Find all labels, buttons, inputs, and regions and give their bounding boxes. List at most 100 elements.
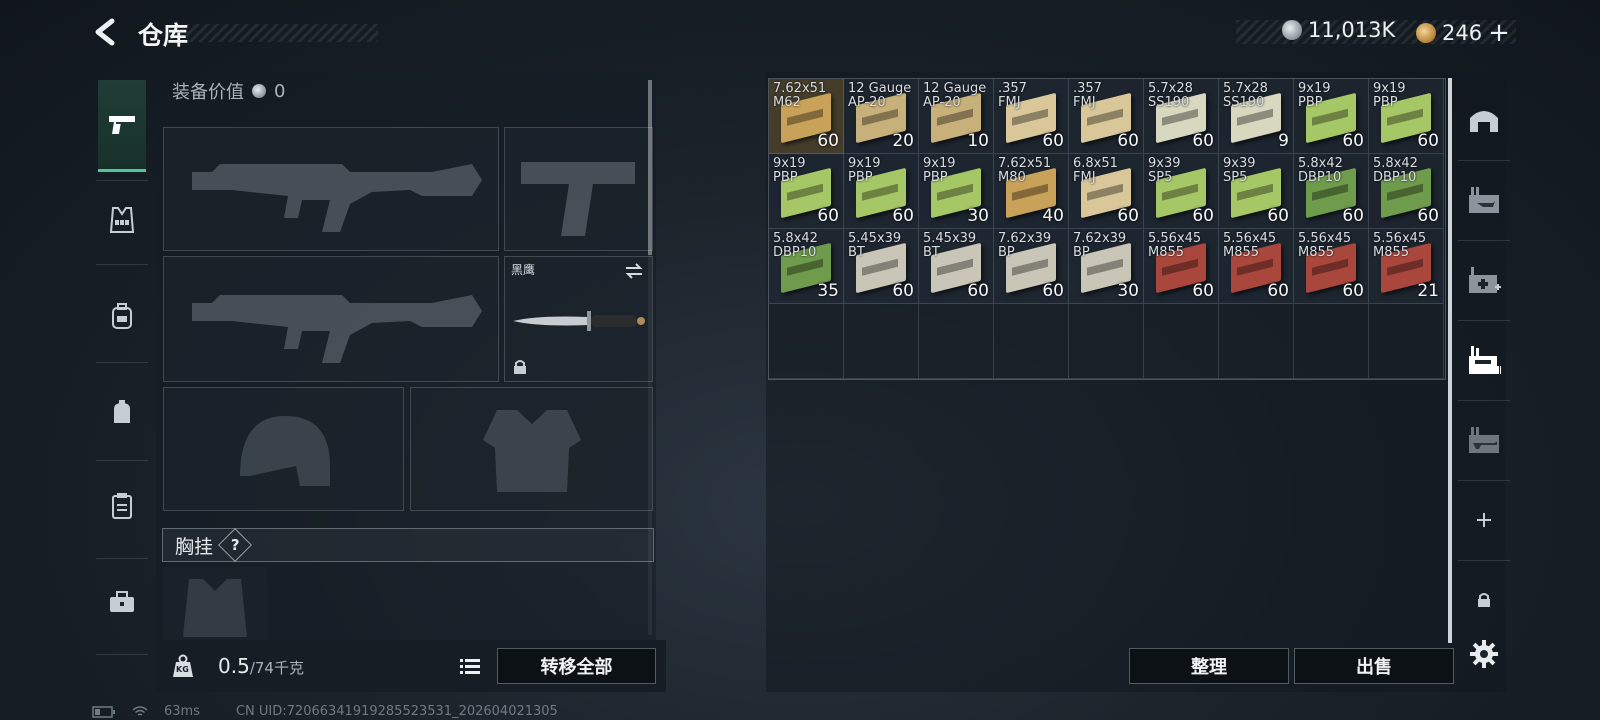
inventory-item[interactable]: 9x19 PBP 60 [844, 154, 919, 229]
inventory-item[interactable]: 5.56x45 M855 60 [1144, 229, 1219, 304]
status-footer: 63ms CN UID:72066341919285523531_2026040… [92, 704, 558, 719]
secondary-weapon-slot[interactable] [163, 256, 499, 382]
empty-slot[interactable] [844, 304, 919, 379]
add-gold-button[interactable]: + [1488, 18, 1510, 48]
inventory-item[interactable]: 5.8x42 DBP10 35 [769, 229, 844, 304]
primary-weapon-slot[interactable] [163, 127, 499, 251]
item-quantity: 35 [817, 281, 839, 301]
help-button[interactable]: ? [218, 528, 252, 562]
empty-slot[interactable] [919, 304, 994, 379]
warehouse-scrollbar[interactable] [1448, 78, 1452, 643]
inventory-item[interactable]: 5.8x42 DBP10 60 [1369, 154, 1444, 229]
armor-slot[interactable] [410, 387, 653, 511]
list-view-button[interactable] [456, 652, 484, 680]
item-name: 5.7x28 SS190 [1223, 81, 1268, 110]
rail-divider [1458, 560, 1510, 561]
inventory-item[interactable]: 7.62x39 BP 60 [994, 229, 1069, 304]
empty-slot[interactable] [769, 304, 844, 379]
inventory-item[interactable]: 5.45x39 BT 60 [919, 229, 994, 304]
helmet-slot[interactable] [163, 387, 404, 511]
right-rail-item-weapon-case[interactable] [1462, 178, 1506, 222]
right-rail-item-ammo-case[interactable] [1462, 338, 1506, 382]
rail-item-weapons[interactable] [98, 80, 146, 172]
weapon-case-icon [1469, 187, 1499, 213]
item-name: 7.62x39 BP [998, 231, 1052, 260]
sort-button[interactable]: 整理 [1129, 648, 1289, 684]
item-name: 9x19 PBP [848, 156, 881, 185]
item-name: 12 Gauge AP-20 [848, 81, 912, 110]
transfer-all-button[interactable]: 转移全部 [497, 648, 656, 684]
item-name: 9x19 PBP [923, 156, 956, 185]
inventory-item[interactable]: 5.45x39 BT 60 [844, 229, 919, 304]
armor-silhouette-icon [483, 410, 581, 492]
inventory-item[interactable]: 9x19 PBP 60 [1369, 79, 1444, 154]
inventory-item[interactable]: 5.56x45 M855 21 [1369, 229, 1444, 304]
inventory-item[interactable]: 9x39 SP5 60 [1219, 154, 1294, 229]
inventory-item[interactable]: 12 Gauge AP-20 20 [844, 79, 919, 154]
chest-rig-slot[interactable] [163, 567, 267, 645]
rifle-case-icon [1469, 427, 1499, 453]
category-rail [92, 72, 152, 672]
inventory-item[interactable]: 6.8x51 FMJ 60 [1069, 154, 1144, 229]
item-name: .357 FMJ [1073, 81, 1102, 110]
rail-item-backpack[interactable] [98, 292, 146, 340]
empty-slot[interactable] [1144, 304, 1219, 379]
empty-slot[interactable] [1294, 304, 1369, 379]
sidearm-slot[interactable] [504, 127, 653, 251]
rifle-silhouette-icon [192, 164, 482, 232]
item-name: 9x19 PBP [773, 156, 806, 185]
inventory-item[interactable]: 5.7x28 SS190 60 [1144, 79, 1219, 154]
inventory-item[interactable]: 9x19 PBP 60 [769, 154, 844, 229]
inventory-item[interactable]: 5.56x45 M855 60 [1219, 229, 1294, 304]
lock-icon [1478, 593, 1490, 607]
inventory-item[interactable]: 12 Gauge AP-20 10 [919, 79, 994, 154]
empty-slot[interactable] [994, 304, 1069, 379]
sell-button[interactable]: 出售 [1294, 648, 1454, 684]
locked-storage-slot[interactable] [1462, 578, 1506, 622]
right-rail-item-medical-case[interactable] [1462, 258, 1506, 302]
empty-slot[interactable] [1219, 304, 1294, 379]
add-storage-button[interactable] [1462, 498, 1506, 542]
back-button[interactable] [92, 18, 120, 46]
inventory-item[interactable]: 9x19 PBP 60 [1294, 79, 1369, 154]
inventory-item[interactable]: 5.8x42 DBP10 60 [1294, 154, 1369, 229]
gold-coin-icon [1416, 23, 1436, 43]
equipment-scroll-thumb[interactable] [648, 80, 652, 255]
rail-item-vest[interactable] [98, 196, 146, 244]
empty-slot[interactable] [1369, 304, 1444, 379]
rail-item-bag[interactable] [98, 388, 146, 436]
inventory-item[interactable]: 5.7x28 SS190 9 [1219, 79, 1294, 154]
rail-item-toolbox[interactable] [98, 578, 146, 626]
item-quantity: 60 [1417, 131, 1439, 151]
pistol-silhouette-icon [521, 162, 635, 236]
pistol-icon [109, 115, 135, 134]
inventory-item[interactable]: .357 FMJ 60 [1069, 79, 1144, 154]
inventory-item[interactable]: 7.62x51 M62 60 [769, 79, 844, 154]
gold-currency[interactable]: 246 + [1416, 18, 1510, 48]
settings-button[interactable] [1462, 632, 1506, 676]
rail-divider [1458, 160, 1510, 161]
ammo-case-icon [1469, 346, 1501, 374]
item-quantity: 60 [1192, 206, 1214, 226]
item-name: 9x39 SP5 [1223, 156, 1256, 185]
equipment-value-label: 装备价值 [172, 82, 244, 103]
inventory-item[interactable]: 9x19 PBP 30 [919, 154, 994, 229]
backpack-icon [112, 303, 132, 329]
weight-icon-label: KG [176, 665, 189, 674]
rail-divider [96, 362, 148, 363]
page-title: 仓库 [138, 21, 189, 50]
right-rail-item-rifle-case[interactable] [1462, 418, 1506, 462]
melee-slot[interactable]: 黑鹰 [504, 256, 653, 382]
inventory-item[interactable]: 9x39 SP5 60 [1144, 154, 1219, 229]
item-name: 5.45x39 BT [848, 231, 902, 260]
inventory-item[interactable]: 7.62x51 M80 40 [994, 154, 1069, 229]
inventory-item[interactable]: 5.56x45 M855 60 [1294, 229, 1369, 304]
right-rail-item-bunker[interactable] [1462, 98, 1506, 142]
inventory-item[interactable]: .357 FMJ 60 [994, 79, 1069, 154]
swap-icon[interactable] [624, 263, 644, 279]
rail-item-clipboard[interactable] [98, 482, 146, 530]
rail-divider [96, 264, 148, 265]
item-quantity: 60 [1417, 206, 1439, 226]
inventory-item[interactable]: 7.62x39 BP 30 [1069, 229, 1144, 304]
empty-slot[interactable] [1069, 304, 1144, 379]
